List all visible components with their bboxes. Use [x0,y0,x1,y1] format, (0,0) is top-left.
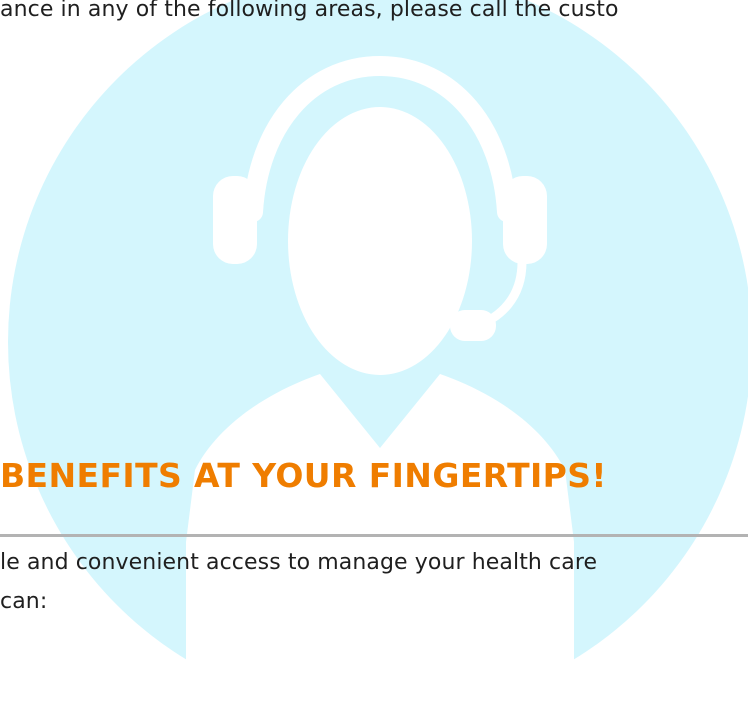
section-body-line: can: [0,589,48,614]
customer-support-illustration [8,0,748,712]
section-headline: BENEFITS AT YOUR FINGERTIPS! [0,456,607,495]
section-divider [0,534,748,537]
section-body-line: le and convenient access to manage your … [0,550,598,575]
agent-head-shape [288,107,472,375]
intro-text: ance in any of the following areas, plea… [0,0,619,22]
